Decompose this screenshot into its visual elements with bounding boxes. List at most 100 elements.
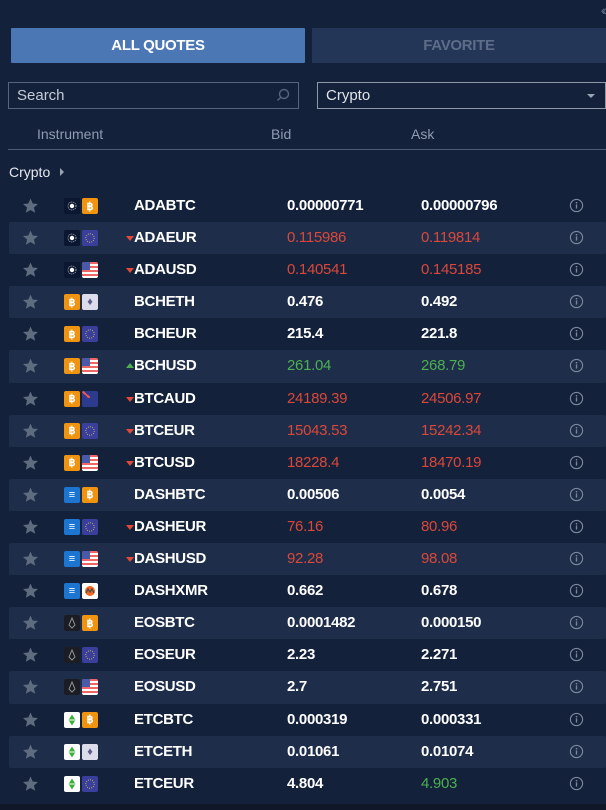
ask-price[interactable]: 0.119814 <box>421 229 480 246</box>
quote-row[interactable]: EOSEUR 2.23 2.271 <box>9 639 606 671</box>
quote-row[interactable]: ≡ DASHXMR 0.662 0.678 <box>9 575 606 607</box>
info-icon[interactable] <box>569 551 584 566</box>
quote-row[interactable]: ≡ ฿ DASHBTC 0.00506 0.0054 <box>9 478 606 511</box>
category-select[interactable]: Crypto <box>317 82 606 109</box>
ask-price[interactable]: 2.271 <box>421 646 457 663</box>
ask-price[interactable]: 98.08 <box>421 550 457 567</box>
bid-price[interactable]: 0.115986 <box>287 229 346 246</box>
bid-price[interactable]: 92.28 <box>287 550 323 567</box>
ask-price[interactable]: 18470.19 <box>421 454 481 471</box>
info-icon[interactable] <box>569 583 584 598</box>
info-icon[interactable] <box>569 647 584 662</box>
column-header-bid[interactable]: Bid <box>271 126 291 142</box>
instrument-name[interactable]: BCHETH <box>134 293 195 310</box>
instrument-name[interactable]: EOSUSD <box>134 678 196 695</box>
instrument-name[interactable]: DASHUSD <box>134 550 206 567</box>
quote-row[interactable]: ≡ DASHUSD 92.28 98.08 <box>9 543 606 576</box>
info-icon[interactable] <box>569 391 584 406</box>
bid-price[interactable]: 76.16 <box>287 518 323 535</box>
instrument-name[interactable]: DASHEUR <box>134 518 206 535</box>
ask-price[interactable]: 0.01074 <box>421 743 473 760</box>
favorite-star-icon[interactable] <box>21 582 40 600</box>
quote-row[interactable]: ≡ DASHEUR 76.16 80.96 <box>9 511 606 543</box>
ask-price[interactable]: 24506.97 <box>421 390 481 407</box>
bid-price[interactable]: 15043.53 <box>287 422 347 439</box>
tab-all-quotes[interactable]: ALL QUOTES <box>11 28 305 63</box>
quote-row[interactable]: ฿ ♦ BCHETH 0.476 0.492 <box>9 286 606 319</box>
ask-price[interactable]: 15242.34 <box>421 422 481 439</box>
ask-price[interactable]: 0.000331 <box>421 711 481 728</box>
info-icon[interactable] <box>569 423 584 438</box>
favorite-star-icon[interactable] <box>21 229 40 247</box>
bid-price[interactable]: 4.804 <box>287 775 323 792</box>
favorite-star-icon[interactable] <box>21 614 40 632</box>
bid-price[interactable]: 24189.39 <box>287 390 347 407</box>
ask-price[interactable]: 4.903 <box>421 775 457 792</box>
bid-price[interactable]: 0.00000771 <box>287 197 364 214</box>
instrument-name[interactable]: BTCAUD <box>134 390 196 407</box>
bid-price[interactable]: 0.662 <box>287 582 323 599</box>
instrument-name[interactable]: EOSEUR <box>134 646 196 663</box>
quote-row[interactable]: ฿ BTCUSD 18228.4 18470.19 <box>9 447 606 479</box>
favorite-star-icon[interactable] <box>21 261 40 279</box>
favorite-star-icon[interactable] <box>21 293 40 311</box>
favorite-star-icon[interactable] <box>21 325 40 343</box>
info-icon[interactable] <box>569 712 584 727</box>
ask-price[interactable]: 0.000150 <box>421 614 481 631</box>
info-icon[interactable] <box>569 326 584 341</box>
bid-price[interactable]: 0.476 <box>287 293 323 310</box>
info-icon[interactable] <box>569 519 584 534</box>
bid-price[interactable]: 0.000319 <box>287 711 347 728</box>
favorite-star-icon[interactable] <box>21 711 40 729</box>
quote-row[interactable]: EOSUSD 2.7 2.751 <box>9 671 606 704</box>
tab-favorite[interactable]: FAVORITE <box>312 28 606 63</box>
group-toggle-crypto[interactable]: Crypto <box>9 164 65 180</box>
instrument-name[interactable]: ADAUSD <box>134 261 197 278</box>
instrument-name[interactable]: ADABTC <box>134 197 196 214</box>
favorite-star-icon[interactable] <box>21 454 40 472</box>
ask-price[interactable]: 0.00000796 <box>421 197 498 214</box>
info-icon[interactable] <box>569 198 584 213</box>
favorite-star-icon[interactable] <box>21 357 40 375</box>
instrument-name[interactable]: BCHUSD <box>134 357 197 374</box>
quote-row[interactable]: ฿ BTCAUD 24189.39 24506.97 <box>9 383 606 415</box>
bid-price[interactable]: 215.4 <box>287 325 323 342</box>
instrument-name[interactable]: ADAEUR <box>134 229 197 246</box>
quote-row[interactable]: ETCEUR 4.804 4.903 <box>9 768 606 800</box>
quote-row[interactable]: ฿ BCHEUR 215.4 221.8 <box>9 318 606 350</box>
quote-row[interactable]: ฿ BCHUSD 261.04 268.79 <box>9 350 606 383</box>
instrument-name[interactable]: EOSBTC <box>134 614 195 631</box>
ask-price[interactable]: 268.79 <box>421 357 465 374</box>
info-icon[interactable] <box>569 358 584 373</box>
info-icon[interactable] <box>569 744 584 759</box>
bid-price[interactable]: 0.0001482 <box>287 614 356 631</box>
ask-price[interactable]: 0.0054 <box>421 486 465 503</box>
info-icon[interactable] <box>569 262 584 277</box>
search-input[interactable] <box>17 87 267 104</box>
instrument-name[interactable]: ETCEUR <box>134 775 194 792</box>
quote-row[interactable]: ฿ BTCEUR 15043.53 15242.34 <box>9 414 606 447</box>
instrument-name[interactable]: BTCUSD <box>134 454 195 471</box>
quote-row[interactable]: ADAEUR 0.115986 0.119814 <box>9 222 606 255</box>
info-icon[interactable] <box>569 294 584 309</box>
search-icon[interactable] <box>276 88 290 102</box>
favorite-star-icon[interactable] <box>21 646 40 664</box>
info-icon[interactable] <box>569 230 584 245</box>
instrument-name[interactable]: ETCETH <box>134 743 193 760</box>
bid-price[interactable]: 0.00506 <box>287 486 339 503</box>
ask-price[interactable]: 0.678 <box>421 582 457 599</box>
quote-row[interactable]: ♦ ETCETH 0.01061 0.01074 <box>9 735 606 768</box>
favorite-star-icon[interactable] <box>21 550 40 568</box>
instrument-name[interactable]: DASHBTC <box>134 486 206 503</box>
collapse-panel-icon[interactable]: ‹‹ <box>601 2 606 18</box>
instrument-name[interactable]: BCHEUR <box>134 325 197 342</box>
favorite-star-icon[interactable] <box>21 422 40 440</box>
instrument-name[interactable]: DASHXMR <box>134 582 208 599</box>
info-icon[interactable] <box>569 776 584 791</box>
quote-row[interactable]: ฿ ADABTC 0.00000771 0.00000796 <box>9 190 606 222</box>
column-header-instrument[interactable]: Instrument <box>37 126 103 142</box>
favorite-star-icon[interactable] <box>21 743 40 761</box>
ask-price[interactable]: 0.145185 <box>421 261 481 278</box>
favorite-star-icon[interactable] <box>21 775 40 793</box>
info-icon[interactable] <box>569 679 584 694</box>
